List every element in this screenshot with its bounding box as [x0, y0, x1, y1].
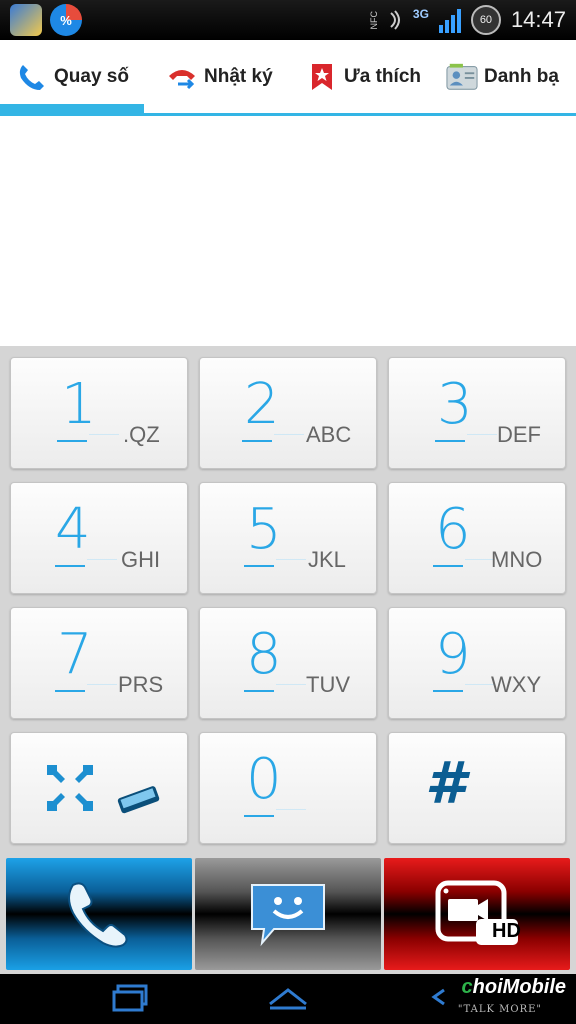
watermark-tagline: "TALK MORE" — [457, 1004, 542, 1015]
tab-label: Danh bạ — [484, 65, 559, 87]
key-8[interactable]: 8 TUV — [199, 607, 377, 719]
tab-contacts[interactable]: Danh bạ — [446, 40, 559, 113]
tab-call-log[interactable]: Nhật ký — [166, 40, 273, 113]
percent-pie-icon: % — [50, 4, 82, 36]
key-6[interactable]: 6 MNO — [388, 482, 566, 594]
key-digit: 4 — [55, 497, 91, 562]
key-letters: MNO — [491, 547, 543, 572]
tab-favorites[interactable]: Ưa thích — [306, 40, 421, 113]
call-log-icon — [166, 61, 198, 93]
key-letters: PRS — [118, 672, 164, 697]
key-3[interactable]: 3 DEF — [388, 357, 566, 469]
gallery-icon — [10, 4, 42, 36]
watermark-logo: choiMobile — [461, 976, 566, 998]
key-1[interactable]: 1 .QZ — [10, 357, 188, 469]
key-7[interactable]: 7 PRS — [10, 607, 188, 719]
key-digit: 3 — [437, 372, 473, 437]
battery-icon: 60 — [470, 5, 501, 35]
key-letters: ABC — [306, 422, 352, 447]
phone-icon — [16, 61, 48, 93]
call-button[interactable] — [6, 858, 192, 970]
key-letters: GHI — [121, 547, 161, 572]
nfc-icon: NFC — [368, 10, 379, 30]
nfc-waves-icon — [390, 10, 400, 30]
dial-keypad: 1 .QZ 2 ABC 3 DEF 4 GHI 5 JKL 6 MNO 7 PR… — [0, 346, 576, 856]
recent-apps-icon[interactable] — [110, 982, 150, 1017]
key-digit: # — [425, 749, 466, 817]
key-letters: DEF — [497, 422, 541, 447]
smiley-message-icon — [251, 884, 325, 947]
key-5[interactable]: 5 JKL — [199, 482, 377, 594]
key-9[interactable]: 9 WXY — [388, 607, 566, 719]
number-display[interactable] — [0, 116, 576, 346]
video-call-button[interactable]: HD — [384, 858, 570, 970]
tab-dial[interactable]: Quay số — [16, 40, 129, 113]
network-type: 3G — [412, 7, 429, 21]
action-bar: HD — [0, 856, 576, 974]
status-bar: % NFC 3G 60 14:47 — [0, 0, 576, 40]
collapse-keypad-icon — [45, 763, 165, 832]
key-0[interactable]: 0 — [199, 732, 377, 844]
key-digit: 1 — [61, 372, 97, 437]
key-letters: JKL — [308, 547, 346, 572]
signal-strength-icon — [438, 7, 461, 33]
key-letters: .QZ — [123, 422, 160, 447]
tab-bar: Quay số Nhật ký Ưa thích Danh bạ — [0, 40, 576, 116]
tab-label: Nhật ký — [204, 65, 273, 87]
key-digit: 0 — [246, 747, 282, 812]
bookmark-star-icon — [306, 61, 338, 93]
back-icon[interactable] — [428, 982, 448, 1017]
key-4[interactable]: 4 GHI — [10, 482, 188, 594]
home-icon[interactable] — [266, 982, 310, 1017]
battery-level: 60 — [479, 14, 493, 26]
key-digit: 5 — [246, 497, 282, 562]
key-digit: 6 — [435, 497, 471, 562]
message-button[interactable] — [195, 858, 381, 970]
key-collapse-keypad[interactable] — [10, 732, 188, 844]
key-letters: TUV — [306, 672, 350, 697]
navigation-bar: choiMobile "TALK MORE" — [0, 974, 576, 1024]
tab-label: Quay số — [54, 65, 129, 87]
key-digit: 9 — [435, 622, 471, 687]
key-digit: 2 — [244, 372, 280, 437]
key-2[interactable]: 2 ABC — [199, 357, 377, 469]
phone-handset-icon — [68, 882, 128, 948]
key-hash[interactable]: # — [388, 732, 566, 844]
contacts-card-icon — [446, 61, 478, 93]
key-digit: 7 — [57, 622, 93, 687]
pie-label: % — [60, 12, 72, 28]
tab-label: Ưa thích — [344, 65, 421, 87]
key-digit: 8 — [246, 622, 282, 687]
status-clock: 14:47 — [510, 7, 566, 32]
hd-label: HD — [492, 920, 521, 942]
key-letters: WXY — [491, 672, 542, 697]
